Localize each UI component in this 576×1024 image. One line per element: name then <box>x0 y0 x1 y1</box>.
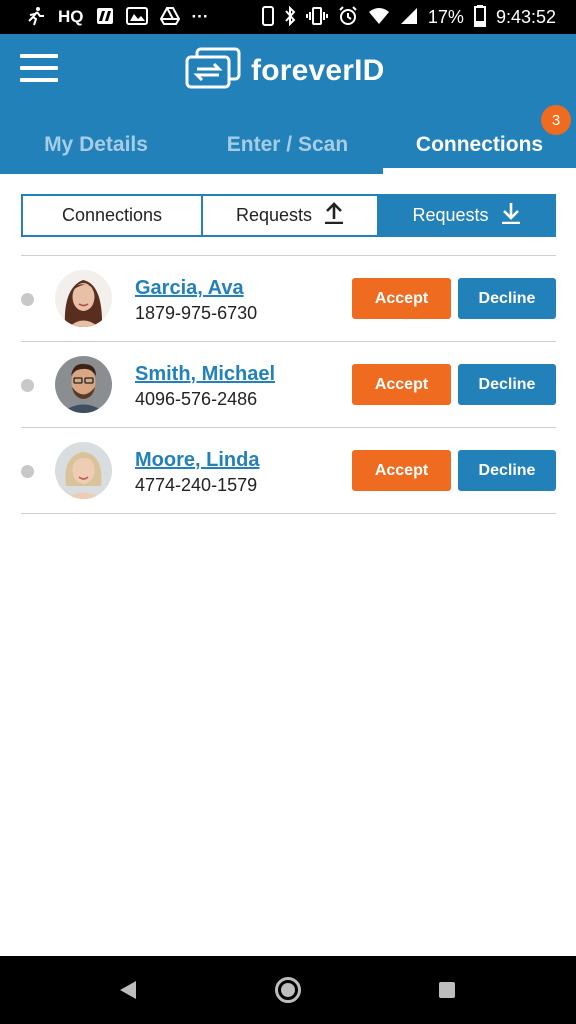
segmented-control: Connections Requests Requests <box>21 194 556 237</box>
drive-icon <box>159 6 180 28</box>
segment-label: Connections <box>61 205 163 225</box>
vibrate-icon <box>305 6 328 29</box>
status-bar-system: 17% 9:43:52 <box>261 0 556 34</box>
avatar <box>55 356 112 413</box>
home-icon[interactable] <box>275 977 301 1003</box>
decline-button[interactable]: Decline <box>458 450 556 491</box>
contact-phone: 1879-975-6730 <box>135 303 258 323</box>
cell-signal-icon <box>400 7 418 28</box>
app-logo: foreverID <box>185 47 385 94</box>
active-tab-indicator <box>383 168 576 174</box>
contact-phone: 4774-240-1579 <box>135 475 258 495</box>
contact-name[interactable]: Moore, Linda <box>135 449 259 472</box>
avatar <box>55 270 112 327</box>
contact-name[interactable]: Garcia, Ava <box>135 277 244 300</box>
request-list: Garcia, Ava 1879-975-6730 Accept Decline… <box>21 255 556 514</box>
phone-icon <box>261 5 274 29</box>
wifi-icon <box>368 7 390 28</box>
decline-button[interactable]: Decline <box>458 278 556 319</box>
back-icon[interactable] <box>120 981 136 999</box>
recent-apps-icon[interactable] <box>439 982 455 998</box>
segment-label: Requests <box>235 205 313 225</box>
battery-icon <box>473 4 486 30</box>
hangouts-icon <box>96 7 114 28</box>
segment-connections[interactable]: Connections <box>23 196 201 235</box>
download-arrow-icon <box>501 202 521 229</box>
tab-enter-scan[interactable]: Enter / Scan <box>192 116 383 174</box>
status-bar-notifications: HQ ··· <box>0 6 208 29</box>
contact-name[interactable]: Smith, Michael <box>135 363 275 386</box>
clock-time: 9:43:52 <box>495 6 556 27</box>
accept-button[interactable]: Accept <box>352 278 451 319</box>
accept-button[interactable]: Accept <box>352 450 451 491</box>
system-navigation-bar <box>0 956 576 1024</box>
list-item: Garcia, Ava 1879-975-6730 Accept Decline <box>21 255 556 341</box>
running-person-icon <box>26 6 46 29</box>
upload-arrow-icon <box>324 202 344 229</box>
status-bar: HQ ··· 17% 9:43:52 <box>0 0 576 34</box>
contact-phone: 4096-576-2486 <box>135 389 258 409</box>
decline-button[interactable]: Decline <box>458 364 556 405</box>
logo-mark-icon <box>185 47 241 94</box>
status-dot <box>21 293 34 306</box>
status-dot <box>21 465 34 478</box>
bluetooth-icon <box>284 5 296 29</box>
status-dot <box>21 379 34 392</box>
list-item: Moore, Linda 4774-240-1579 Accept Declin… <box>21 427 556 514</box>
hq-icon: HQ <box>58 7 84 26</box>
alarm-icon <box>338 5 358 29</box>
segment-label: Requests <box>412 205 489 225</box>
battery-percent: 17% <box>427 6 464 27</box>
tab-my-details[interactable]: My Details <box>0 116 192 174</box>
segment-requests-sent[interactable]: Requests <box>201 196 377 235</box>
more-dots-icon: ··· <box>191 7 209 26</box>
list-item: Smith, Michael 4096-576-2486 Accept Decl… <box>21 341 556 427</box>
logo-text: foreverID <box>251 53 385 87</box>
avatar <box>55 442 112 499</box>
notification-badge: 3 <box>541 105 571 135</box>
segment-requests-received[interactable]: Requests <box>377 196 554 235</box>
main-tabs: My Details Enter / Scan Connections <box>0 116 576 174</box>
gallery-icon <box>125 6 148 28</box>
accept-button[interactable]: Accept <box>352 364 451 405</box>
menu-icon[interactable] <box>20 54 58 82</box>
